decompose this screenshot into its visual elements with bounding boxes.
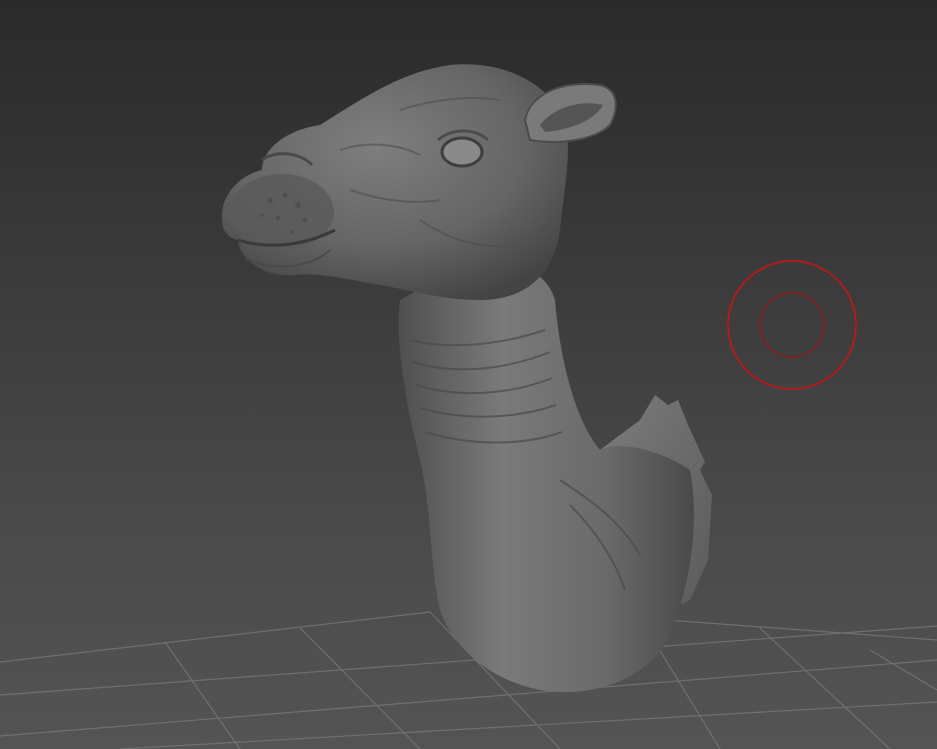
brush-outer-radius — [727, 260, 857, 390]
brush-cursor — [727, 260, 857, 390]
3d-viewport[interactable] — [0, 0, 937, 749]
brush-inner-radius — [759, 292, 825, 358]
